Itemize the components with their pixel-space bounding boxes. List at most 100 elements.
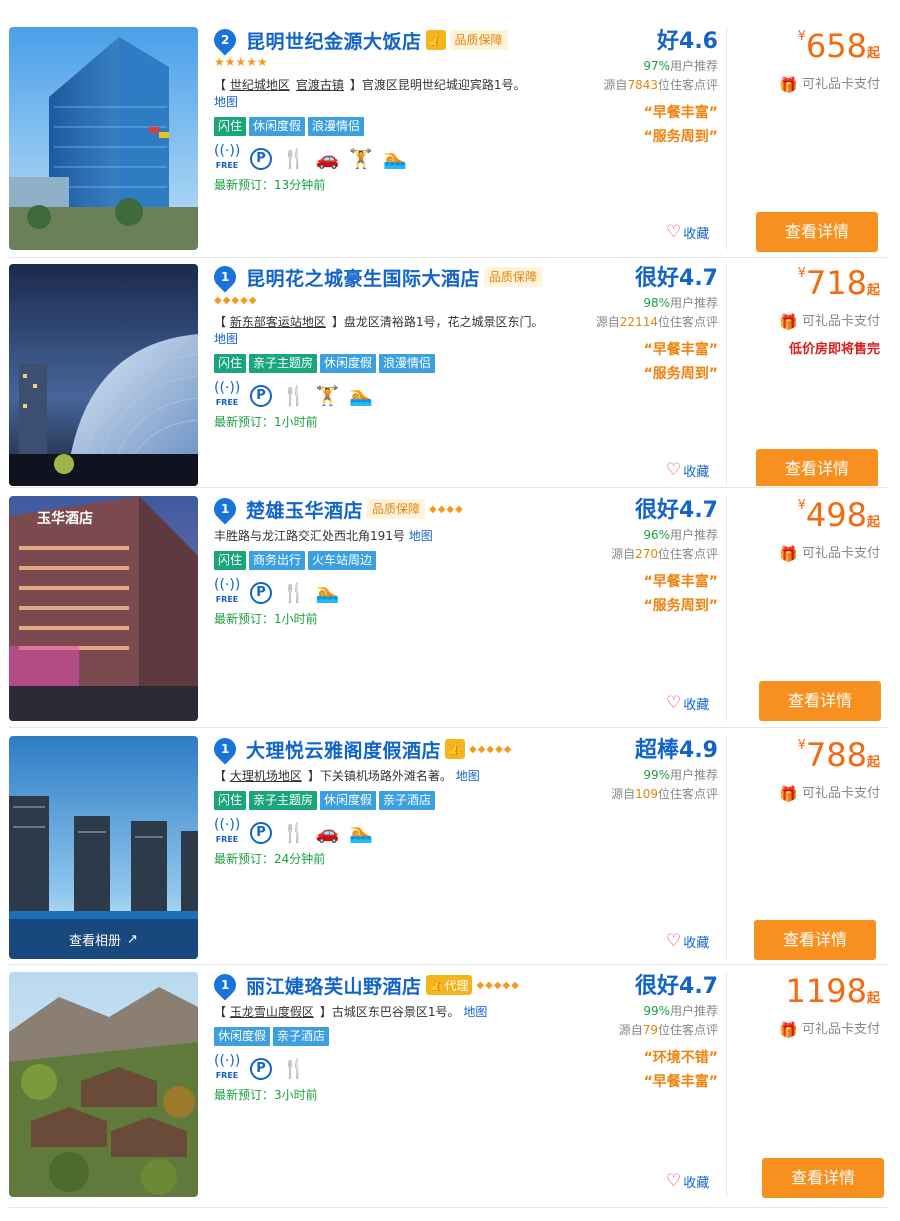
thumbs-up-icon: 👍 <box>429 978 445 992</box>
area-link[interactable]: 玉龙雪山度假区 <box>230 1005 314 1019</box>
pool-icon: 🏊 <box>315 582 340 604</box>
heart-icon: ♡ <box>666 931 682 951</box>
latest-booking: 最新预订：24分钟前 <box>214 852 326 866</box>
view-details-button[interactable]: 查看详情 <box>762 1158 884 1198</box>
wifi-icon: ((·)) FREE <box>214 380 241 407</box>
view-details-button[interactable]: 查看详情 <box>756 212 878 252</box>
pool-icon: 🏊 <box>349 822 374 844</box>
photo-sign-text: 玉华酒店 <box>37 511 93 527</box>
hotel-name-link[interactable]: 楚雄玉华酒店 <box>246 496 363 523</box>
view-details-button[interactable]: 查看详情 <box>754 920 876 960</box>
price-block: ¥658起 🎁 可礼品卡支付 <box>740 27 880 95</box>
hotel-info: 1 大理悦云雅阁度假酒店 👍 ◆◆◆◆◆ 【 大理机场地区 】下关镇机场路外滩名著… <box>209 733 594 867</box>
tag-item: 商务出行 <box>249 551 306 570</box>
hotel-photo[interactable] <box>9 264 198 486</box>
favorite-button[interactable]: ♡ 收藏 <box>666 694 709 714</box>
review-score[interactable]: 很好4.7 <box>590 496 718 526</box>
price-block: ¥718起 🎁 可礼品卡支付 低价房即将售完 <box>740 264 880 357</box>
parking-icon: P <box>250 385 272 407</box>
hotel-name-link[interactable]: 大理悦云雅阁度假酒店 <box>246 736 441 763</box>
review-count[interactable]: 源自109位住客点评 <box>590 785 718 804</box>
review-count[interactable]: 源自79位住客点评 <box>590 1021 718 1040</box>
view-album-button[interactable]: 查看相册 ↗ <box>9 919 198 959</box>
favorite-button[interactable]: ♡ 收藏 <box>666 931 709 952</box>
tag-item: 闪住 <box>214 551 247 570</box>
hotel-name-link[interactable]: 丽江婕珞芙山野酒店 <box>246 972 422 999</box>
hotel-name-link[interactable]: 昆明花之城豪生国际大酒店 <box>246 264 480 291</box>
review-count[interactable]: 源自270位住客点评 <box>590 545 718 564</box>
favorite-button[interactable]: ♡ 收藏 <box>666 460 709 481</box>
hotel-photo[interactable]: 玉华酒店 <box>9 496 198 721</box>
recommend-rate: 98%用户推荐 <box>643 296 718 310</box>
map-link[interactable]: 地图 <box>409 529 433 543</box>
hotel-photo[interactable] <box>9 27 198 250</box>
hotel-info: 1 昆明花之城豪生国际大酒店 品质保障 ◆◆◆◆◆ 【 新东部客运站地区 】盘龙区… <box>209 261 594 430</box>
card-separator <box>9 727 887 728</box>
column-divider <box>726 736 727 959</box>
review-score[interactable]: 好4.6 <box>590 27 718 57</box>
review-summary: 超棒4.9 99%用户推荐 源自109位住客点评 <box>590 736 718 804</box>
review-count[interactable]: 源自22114位住客点评 <box>590 313 718 332</box>
map-link[interactable]: 地图 <box>214 95 238 109</box>
hotel-card-2: 1 昆明花之城豪生国际大酒店 品质保障 ◆◆◆◆◆ 【 新东部客运站地区 】盘龙区… <box>0 261 900 486</box>
tag-item: 闪住 <box>214 354 247 373</box>
favorite-button[interactable]: ♡ 收藏 <box>666 1172 709 1192</box>
rank-badge: 1 <box>209 261 241 293</box>
parking-icon: P <box>250 148 272 170</box>
amenity-list: ((·)) FREE P 🍴 🏊 <box>214 577 594 604</box>
price: ¥498起 <box>797 496 880 534</box>
card-separator <box>9 964 887 965</box>
car-service-icon: 🚗 <box>315 148 340 170</box>
tag-item: 亲子主题房 <box>249 791 318 810</box>
map-link[interactable]: 地图 <box>214 332 238 346</box>
hotel-info: 2 昆明世纪金源大饭店 👍 品质保障 ★★★★★ 【 世纪城地区 官渡古镇 】官渡区… <box>209 24 594 193</box>
map-link[interactable]: 地图 <box>456 769 480 783</box>
price-block: ¥498起 🎁 可礼品卡支付 <box>740 496 880 564</box>
area-link[interactable]: 新东部客运站地区 <box>230 315 326 329</box>
amenity-list: ((·)) FREE P 🍴 🏋 🏊 <box>214 380 594 407</box>
wifi-icon: ((·)) FREE <box>214 143 241 170</box>
hotel-photo[interactable] <box>9 972 198 1197</box>
price-block: ¥788起 🎁 可礼品卡支付 <box>740 736 880 804</box>
low-stock-warning: 低价房即将售完 <box>788 342 880 357</box>
hotel-address: 【 新东部客运站地区 】盘龙区清裕路1号，花之城景区东门。 地图 <box>214 315 544 346</box>
hotel-card-4: 查看相册 ↗ 1 大理悦云雅阁度假酒店 👍 ◆◆◆◆◆ 【 大理机场地区 】下关镇机… <box>0 733 900 960</box>
column-divider <box>726 496 727 721</box>
rank-badge: 1 <box>209 493 241 525</box>
tag-item: 闪住 <box>214 791 247 810</box>
area-link[interactable]: 世纪城地区 <box>230 78 290 92</box>
quality-badge: 品质保障 <box>484 267 543 287</box>
view-details-button[interactable]: 查看详情 <box>756 449 878 486</box>
tag-item: 亲子酒店 <box>379 791 436 810</box>
hotel-name-link[interactable]: 昆明世纪金源大饭店 <box>246 27 422 54</box>
wifi-icon: ((·)) FREE <box>214 1053 241 1080</box>
tag-item: 浪漫情侣 <box>379 354 436 373</box>
review-score[interactable]: 很好4.7 <box>590 264 718 294</box>
area-link[interactable]: 官渡古镇 <box>296 78 344 92</box>
car-service-icon: 🚗 <box>315 822 340 844</box>
price: ¥718起 <box>797 264 880 302</box>
favorite-button[interactable]: ♡ 收藏 <box>666 223 709 243</box>
review-count[interactable]: 源自7843位住客点评 <box>590 76 718 95</box>
review-score[interactable]: 很好4.7 <box>590 972 718 1002</box>
hotel-card-1: 2 昆明世纪金源大饭店 👍 品质保障 ★★★★★ 【 世纪城地区 官渡古镇 】官渡区… <box>0 24 900 252</box>
latest-booking: 最新预订：1小时前 <box>214 415 318 429</box>
area-link[interactable]: 大理机场地区 <box>230 769 302 783</box>
review-summary: 好4.6 97%用户推荐 源自7843位住客点评 “早餐丰富” “服务周到” <box>590 27 718 149</box>
arrow-icon: ↗ <box>127 931 138 947</box>
view-details-button[interactable]: 查看详情 <box>759 681 881 721</box>
review-quote: “服务周到” <box>643 366 718 382</box>
review-score[interactable]: 超棒4.9 <box>590 736 718 766</box>
rank-badge: 1 <box>209 733 241 765</box>
gift-card-note: 🎁 可礼品卡支付 <box>779 76 880 94</box>
map-link[interactable]: 地图 <box>463 1005 487 1019</box>
hotel-photo[interactable]: 查看相册 ↗ <box>9 736 198 959</box>
hotel-address: 【 大理机场地区 】下关镇机场路外滩名著。 地图 <box>214 769 480 783</box>
diamond-rating: ◆◆◆◆ <box>429 503 464 515</box>
hotel-address: 【 世纪城地区 官渡古镇 】官渡区昆明世纪城迎宾路1号。 地图 <box>214 78 526 109</box>
review-summary: 很好4.7 99%用户推荐 源自79位住客点评 “环境不错” “早餐丰富” <box>590 972 718 1094</box>
review-summary: 很好4.7 98%用户推荐 源自22114位住客点评 “早餐丰富” “服务周到” <box>590 264 718 386</box>
review-quote: “服务周到” <box>643 129 718 145</box>
quality-badge: 品质保障 <box>367 499 426 519</box>
heart-icon: ♡ <box>666 460 682 480</box>
